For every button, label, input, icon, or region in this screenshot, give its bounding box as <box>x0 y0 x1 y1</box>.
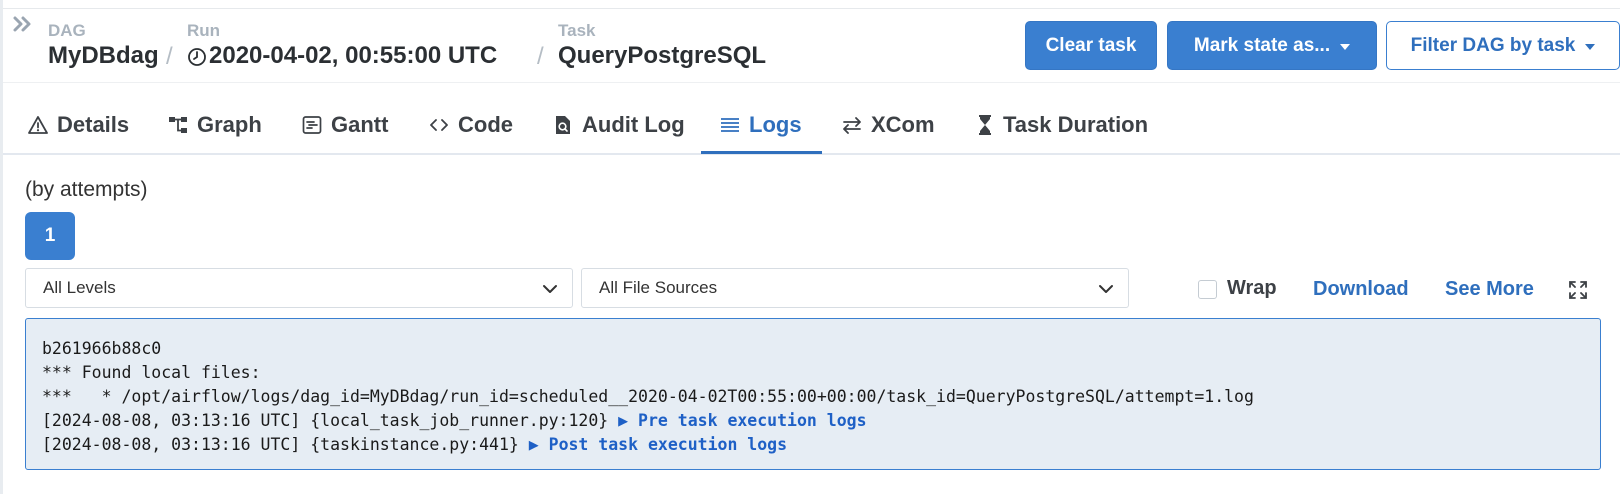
log-level-value: All Levels <box>43 278 116 297</box>
chevron-down-icon <box>1099 285 1113 293</box>
tab-details[interactable]: Details <box>27 96 129 154</box>
clear-task-label: Clear task <box>1045 34 1137 56</box>
double-chevron-right-icon[interactable] <box>12 14 34 34</box>
log-text: *** Found local files: <box>42 363 261 382</box>
warning-icon <box>28 116 48 134</box>
log-line: *** * /opt/airflow/logs/dag_id=MyDBdag/r… <box>42 385 1600 409</box>
breadcrumb-dag[interactable]: DAG MyDBdag <box>48 22 159 70</box>
filter-dag-button[interactable]: Filter DAG by task <box>1386 21 1620 70</box>
breadcrumb-separator: / <box>537 43 544 70</box>
tab-label: Graph <box>197 112 262 137</box>
log-output: b261966b88c0 *** Found local files: *** * … <box>25 318 1601 470</box>
code-icon <box>430 119 448 131</box>
pre-task-logs-toggle[interactable]: ▶ Pre task execution logs <box>618 411 866 430</box>
log-level-select[interactable]: All Levels <box>25 268 573 308</box>
logs-icon <box>721 118 739 132</box>
breadcrumb-task[interactable]: Task QueryPostgreSQL <box>558 22 766 70</box>
dag-label: DAG <box>48 21 86 40</box>
file-source-select[interactable]: All File Sources <box>581 268 1129 308</box>
clear-task-button[interactable]: Clear task <box>1025 21 1157 70</box>
attempt-button[interactable]: 1 <box>25 212 75 260</box>
tab-code[interactable]: Code <box>428 96 513 154</box>
clock-icon <box>188 48 206 66</box>
graph-icon <box>169 117 187 133</box>
filter-dag-label: Filter DAG by task <box>1410 34 1576 56</box>
tab-label: Task Duration <box>1003 112 1149 137</box>
attempts-label: (by attempts) <box>25 178 148 201</box>
wrap-label[interactable]: Wrap <box>1227 277 1277 300</box>
tab-label: Gantt <box>331 112 389 137</box>
tab-audit-log[interactable]: Audit Log <box>552 96 685 154</box>
header-divider <box>3 82 1620 83</box>
log-line: b261966b88c0 <box>42 337 1600 361</box>
run-label: Run <box>187 21 221 40</box>
tab-label: Details <box>57 112 130 137</box>
log-text: b261966b88c0 <box>42 339 162 358</box>
task-tabs: Details Graph Gantt Code Audit Log Logs … <box>3 96 1620 156</box>
log-line: [2024-08-08, 03:13:16 UTC] {local_task_j… <box>42 409 1600 433</box>
mark-state-label: Mark state as... <box>1193 34 1331 56</box>
tab-task-duration[interactable]: Task Duration <box>975 96 1148 154</box>
breadcrumb-separator: / <box>166 43 173 70</box>
audit-log-icon <box>556 116 570 134</box>
task-label: Task <box>558 21 596 40</box>
chevron-down-icon <box>543 285 557 293</box>
hourglass-icon <box>979 115 991 135</box>
tab-graph[interactable]: Graph <box>167 96 262 154</box>
run-id[interactable]: 2020-04-02, 00:55:00 UTC <box>209 42 497 70</box>
task-id[interactable]: QueryPostgreSQL <box>558 42 766 70</box>
caret-down-icon <box>1340 43 1351 50</box>
dag-name[interactable]: MyDBdag <box>48 42 159 70</box>
tab-label: XCom <box>871 112 935 137</box>
tab-xcom[interactable]: XCom <box>841 96 935 154</box>
caret-down-icon <box>1585 43 1596 50</box>
log-text: [2024-08-08, 03:13:16 UTC] {taskinstance… <box>42 435 529 454</box>
post-task-logs-toggle[interactable]: ▶ Post task execution logs <box>529 435 787 454</box>
tab-logs[interactable]: Logs <box>719 96 802 154</box>
tab-label: Audit Log <box>582 112 685 137</box>
fullscreen-icon[interactable] <box>1569 281 1587 299</box>
log-text: [2024-08-08, 03:13:16 UTC] {local_task_j… <box>42 411 619 430</box>
file-source-value: All File Sources <box>599 278 718 297</box>
breadcrumb-run[interactable]: Run 2020-04-02, 00:55:00 UTC <box>187 22 497 70</box>
log-text: *** * /opt/airflow/logs/dag_id=MyDBdag/r… <box>42 387 1254 406</box>
task-instance-page: DAG MyDBdag / Run 2020-04-02, 00:55:00 U… <box>0 0 1620 494</box>
see-more-link[interactable]: See More <box>1445 278 1534 301</box>
download-link[interactable]: Download <box>1313 278 1409 301</box>
tab-label: Logs <box>749 112 802 137</box>
wrap-checkbox[interactable] <box>1198 280 1217 299</box>
xcom-icon <box>843 117 861 134</box>
tab-label: Code <box>458 112 513 137</box>
gantt-icon <box>302 116 322 134</box>
top-divider <box>3 8 1620 9</box>
active-tab-indicator <box>701 151 822 154</box>
mark-state-button[interactable]: Mark state as... <box>1167 21 1377 70</box>
tab-gantt[interactable]: Gantt <box>301 96 388 154</box>
log-line: *** Found local files: <box>42 361 1600 385</box>
log-line: [2024-08-08, 03:13:16 UTC] {taskinstance… <box>42 433 1600 457</box>
